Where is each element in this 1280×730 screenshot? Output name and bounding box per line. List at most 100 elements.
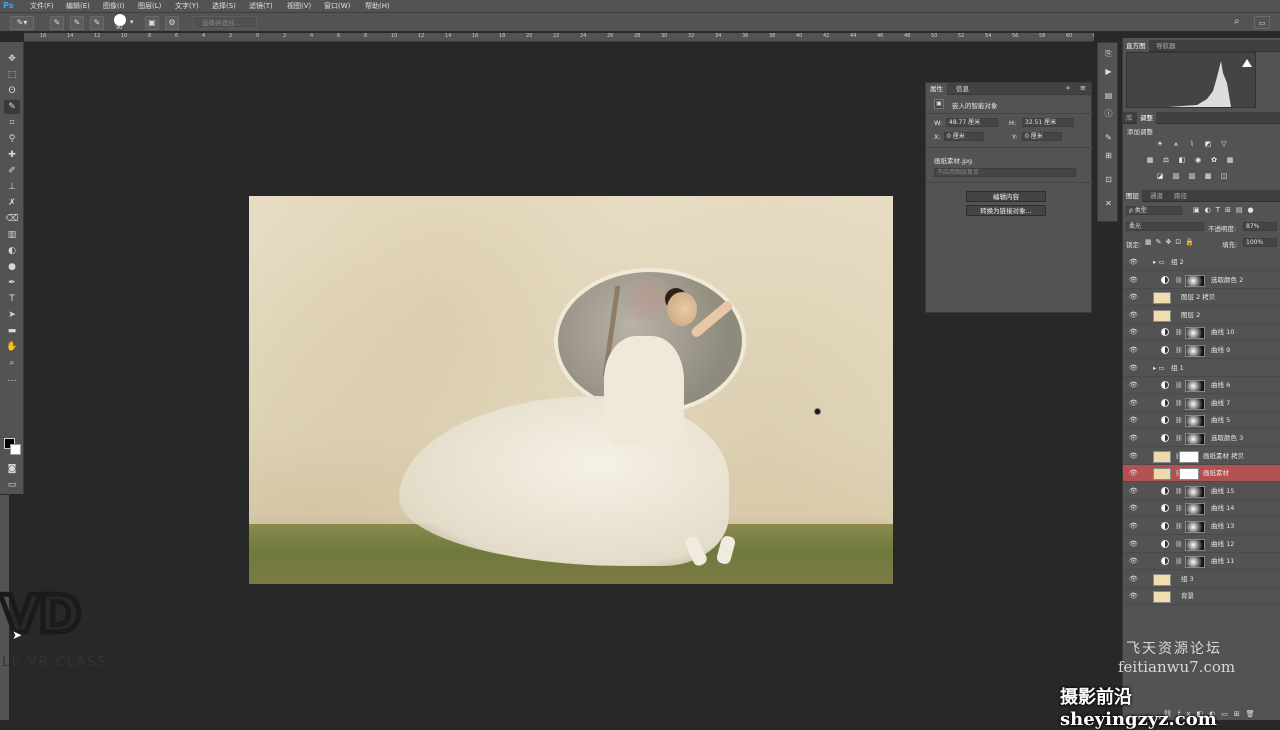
layer-row[interactable]: 👁 ⛓ 选取颜色 2 bbox=[1123, 272, 1280, 289]
opacity-field[interactable]: 87% bbox=[1243, 222, 1277, 231]
vibrance-icon[interactable]: ▽ bbox=[1219, 140, 1229, 149]
width-field[interactable]: 48.77 厘米 bbox=[946, 118, 998, 127]
history-brush-icon[interactable]: ✗ bbox=[4, 196, 20, 210]
layer-row[interactable]: 👁⛓画纸素材 bbox=[1123, 465, 1280, 483]
layer-thumbnail[interactable] bbox=[1153, 468, 1171, 481]
info-icon[interactable]: ⓘ bbox=[1101, 107, 1116, 120]
visibility-eye-icon[interactable]: 👁 bbox=[1129, 412, 1138, 429]
brush-settings-icon[interactable]: ✎ bbox=[1101, 131, 1116, 144]
visibility-eye-icon[interactable]: 👁 bbox=[1129, 518, 1138, 535]
layer-filter-icons[interactable]: ▣◐T⊞▤● bbox=[1193, 206, 1259, 214]
layer-row[interactable]: 👁 ⛓ 曲线 10 bbox=[1123, 324, 1280, 342]
visibility-eye-icon[interactable]: 👁 bbox=[1129, 272, 1138, 289]
layer-row[interactable]: 👁 背景 bbox=[1123, 588, 1280, 606]
add-selection-icon[interactable]: ✎ bbox=[70, 16, 84, 30]
visibility-eye-icon[interactable]: 👁 bbox=[1129, 254, 1138, 271]
link-icon[interactable]: ⛓ bbox=[1175, 518, 1183, 535]
link-icon[interactable]: ⛓ bbox=[1175, 500, 1183, 517]
layer-row[interactable]: 👁 ▸ ▭ 组 2 bbox=[1123, 254, 1280, 271]
invert-icon[interactable]: ◪ bbox=[1155, 172, 1165, 181]
visibility-eye-icon[interactable]: 👁 bbox=[1129, 360, 1138, 377]
pen-tool-icon[interactable]: ✒ bbox=[4, 276, 20, 290]
fill-field[interactable]: 100% bbox=[1243, 238, 1277, 247]
exposure-icon[interactable]: ◩ bbox=[1203, 140, 1213, 149]
layer-mask-thumbnail[interactable] bbox=[1185, 327, 1205, 340]
layer-comp-select[interactable]: 不应用图层复合 bbox=[934, 168, 1076, 177]
layer-mask-thumbnail[interactable] bbox=[1185, 485, 1205, 498]
tab-adjustments[interactable]: 调整 bbox=[1137, 112, 1156, 124]
edit-contents-button[interactable]: 编辑内容 bbox=[966, 191, 1046, 202]
layer-thumbnail[interactable] bbox=[1153, 591, 1171, 604]
stamp-tool-icon[interactable]: ⊥ bbox=[4, 180, 20, 194]
threshold-icon[interactable]: ▨ bbox=[1187, 172, 1197, 181]
layer-thumbnail[interactable] bbox=[1153, 573, 1171, 586]
layer-mask-thumbnail[interactable] bbox=[1185, 397, 1205, 410]
tab-histogram[interactable]: 直方图 bbox=[1123, 40, 1149, 52]
visibility-eye-icon[interactable]: 👁 bbox=[1129, 342, 1138, 359]
layer-thumbnail[interactable] bbox=[1153, 450, 1171, 463]
screen-mode-icon[interactable]: ▭ bbox=[4, 478, 20, 492]
photo-filter-icon[interactable]: ◉ bbox=[1193, 156, 1203, 165]
visibility-eye-icon[interactable]: 👁 bbox=[1129, 483, 1138, 500]
shape-tool-icon[interactable]: ▬ bbox=[4, 324, 20, 338]
visibility-eye-icon[interactable]: 👁 bbox=[1129, 289, 1138, 306]
layer-mask-thumbnail[interactable] bbox=[1185, 503, 1205, 516]
more-tools-icon[interactable]: … bbox=[4, 372, 20, 386]
menu-window[interactable]: 窗口(W) bbox=[324, 0, 350, 12]
folder-icon[interactable]: ▸ ▭ bbox=[1153, 360, 1164, 377]
link-icon[interactable]: ⛓ bbox=[1175, 483, 1183, 500]
layer-row[interactable]: 👁 ⛓ 曲线 12 bbox=[1123, 536, 1280, 553]
auto-enhance-icon[interactable]: ⚙ bbox=[165, 16, 179, 30]
layer-row[interactable]: 👁 ⛓ 曲线 6 bbox=[1123, 377, 1280, 395]
link-icon[interactable]: ⛓ bbox=[1175, 395, 1183, 412]
menu-help[interactable]: 帮助(H) bbox=[365, 0, 390, 12]
tab-properties[interactable]: 属性 bbox=[926, 83, 947, 95]
subtract-selection-icon[interactable]: ✎ bbox=[90, 16, 104, 30]
hue-sat-icon[interactable]: ▦ bbox=[1145, 156, 1155, 165]
gradient-tool-icon[interactable]: ▥ bbox=[4, 228, 20, 242]
search-icon[interactable]: ⌕ bbox=[1234, 16, 1240, 27]
select-and-mask-button[interactable]: 选择并遮住... bbox=[193, 16, 257, 29]
layer-row[interactable]: 👁 ⛓ 曲线 5 bbox=[1123, 412, 1280, 430]
menu-file[interactable]: 文件(F) bbox=[30, 0, 54, 12]
link-icon[interactable]: ⛓ bbox=[1175, 412, 1183, 429]
sample-all-layers-icon[interactable]: ▣ bbox=[145, 16, 159, 30]
menu-select[interactable]: 选择(S) bbox=[212, 0, 236, 12]
document-canvas[interactable] bbox=[249, 196, 893, 584]
layer-row[interactable]: 👁 组 3 bbox=[1123, 571, 1280, 588]
chevron-down-icon[interactable]: ▾ bbox=[130, 18, 134, 26]
tab-paths[interactable]: 路径 bbox=[1171, 190, 1190, 202]
eraser-tool-icon[interactable]: ⌫ bbox=[4, 212, 20, 226]
menu-filter[interactable]: 滤镜(T) bbox=[249, 0, 273, 12]
visibility-eye-icon[interactable]: 👁 bbox=[1129, 465, 1138, 482]
height-field[interactable]: 32.51 厘米 bbox=[1022, 118, 1074, 127]
selective-color-icon[interactable]: ▩ bbox=[1203, 172, 1213, 181]
visibility-eye-icon[interactable]: 👁 bbox=[1129, 307, 1138, 324]
layer-mask-thumbnail[interactable] bbox=[1185, 556, 1205, 569]
menu-edit[interactable]: 编辑(E) bbox=[66, 0, 90, 12]
link-icon[interactable]: ⛓ bbox=[1175, 430, 1183, 447]
layer-mask-thumbnail[interactable] bbox=[1185, 521, 1205, 533]
curves-icon[interactable]: ⌇ bbox=[1187, 140, 1197, 149]
tool-preset-picker[interactable]: ✎▾ bbox=[10, 16, 34, 30]
path-select-icon[interactable]: ➤ bbox=[4, 308, 20, 322]
layer-thumbnail[interactable] bbox=[1153, 292, 1171, 305]
tab-info[interactable]: 信息 bbox=[952, 83, 973, 95]
link-icon[interactable]: ⛓ bbox=[1175, 272, 1183, 289]
layer-row[interactable]: 👁 图层 2 bbox=[1123, 307, 1280, 324]
tools-icon[interactable]: ✕ bbox=[1101, 197, 1116, 210]
layer-row[interactable]: 👁⛓画纸素材 拷贝 bbox=[1123, 448, 1280, 465]
tab-libraries[interactable]: 库 bbox=[1123, 112, 1136, 124]
layer-filter-kind[interactable]: ρ 类型 bbox=[1126, 206, 1182, 215]
layer-thumbnail[interactable] bbox=[1153, 309, 1171, 322]
layer-mask-thumbnail[interactable] bbox=[1179, 468, 1199, 481]
posterize-icon[interactable]: ▧ bbox=[1171, 172, 1181, 181]
folder-icon[interactable]: ▸ ▭ bbox=[1153, 254, 1164, 271]
healing-brush-icon[interactable]: ✚ bbox=[4, 148, 20, 162]
glyphs-icon[interactable]: ⊡ bbox=[1101, 173, 1116, 186]
properties-icon[interactable]: ▤ bbox=[1101, 89, 1116, 102]
link-icon[interactable]: ⛓ bbox=[1175, 536, 1183, 553]
new-selection-icon[interactable]: ✎ bbox=[50, 16, 64, 30]
link-icon[interactable]: ⛓ bbox=[1175, 377, 1183, 394]
tab-channels[interactable]: 通道 bbox=[1147, 190, 1166, 202]
